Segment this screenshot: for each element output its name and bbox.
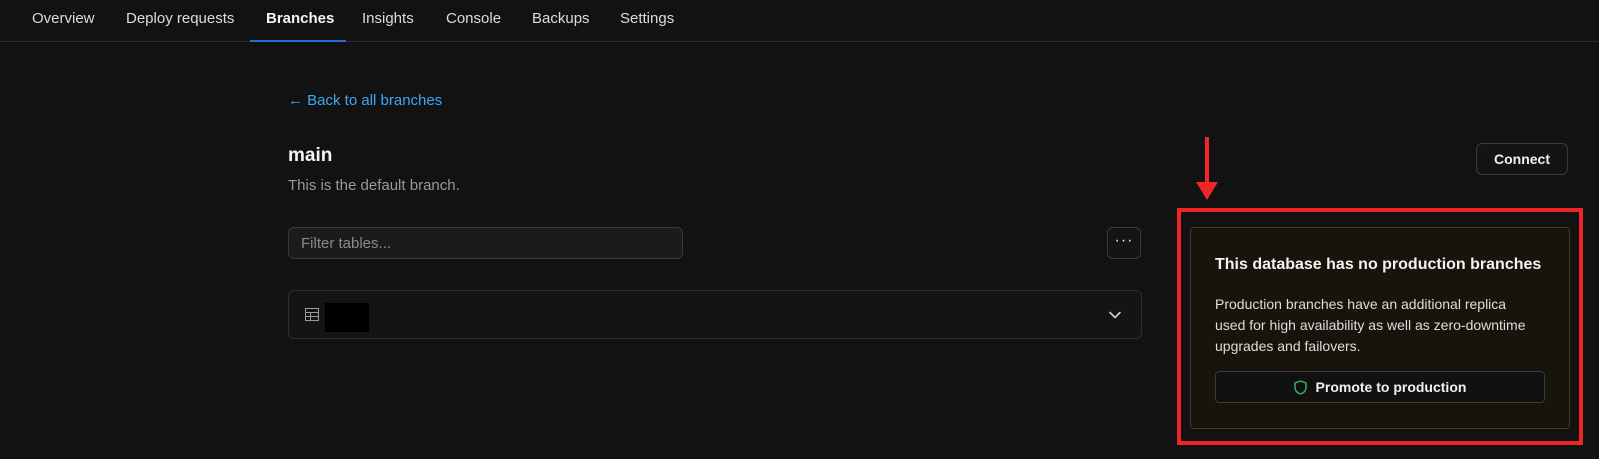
tab-backups[interactable]: Backups (532, 0, 590, 42)
filter-tables-input[interactable] (288, 227, 683, 259)
back-to-branches-link[interactable]: ← Back to all branches (288, 92, 442, 109)
connect-button[interactable]: Connect (1476, 143, 1568, 175)
tab-insights[interactable]: Insights (362, 0, 414, 42)
tab-branches[interactable]: Branches (266, 0, 334, 42)
tab-deploy-requests[interactable]: Deploy requests (126, 0, 234, 42)
annotation-arrow (1205, 137, 1209, 185)
table-row[interactable] (288, 290, 1142, 339)
table-icon (305, 308, 319, 321)
production-card-title: This database has no production branches (1215, 256, 1542, 273)
tab-console[interactable]: Console (446, 0, 501, 42)
active-tab-indicator (250, 40, 346, 42)
branch-description: This is the default branch. (288, 177, 460, 194)
promote-button-label: Promote to production (1315, 379, 1467, 395)
tab-settings[interactable]: Settings (620, 0, 674, 42)
branch-title: main (288, 145, 333, 166)
production-card-description: Production branches have an additional r… (1215, 296, 1526, 354)
chevron-down-icon[interactable] (1107, 307, 1123, 323)
production-branches-card: This database has no production branches… (1190, 227, 1570, 429)
tab-overview[interactable]: Overview (32, 0, 95, 42)
top-nav: Overview Deploy requests Branches Insigh… (0, 0, 1599, 42)
annotation-arrow-head (1196, 182, 1218, 200)
promote-to-production-button[interactable]: Promote to production (1215, 371, 1545, 403)
redacted-table-name (325, 303, 369, 332)
shield-icon (1293, 379, 1307, 395)
more-options-button[interactable]: ··· (1107, 227, 1141, 259)
